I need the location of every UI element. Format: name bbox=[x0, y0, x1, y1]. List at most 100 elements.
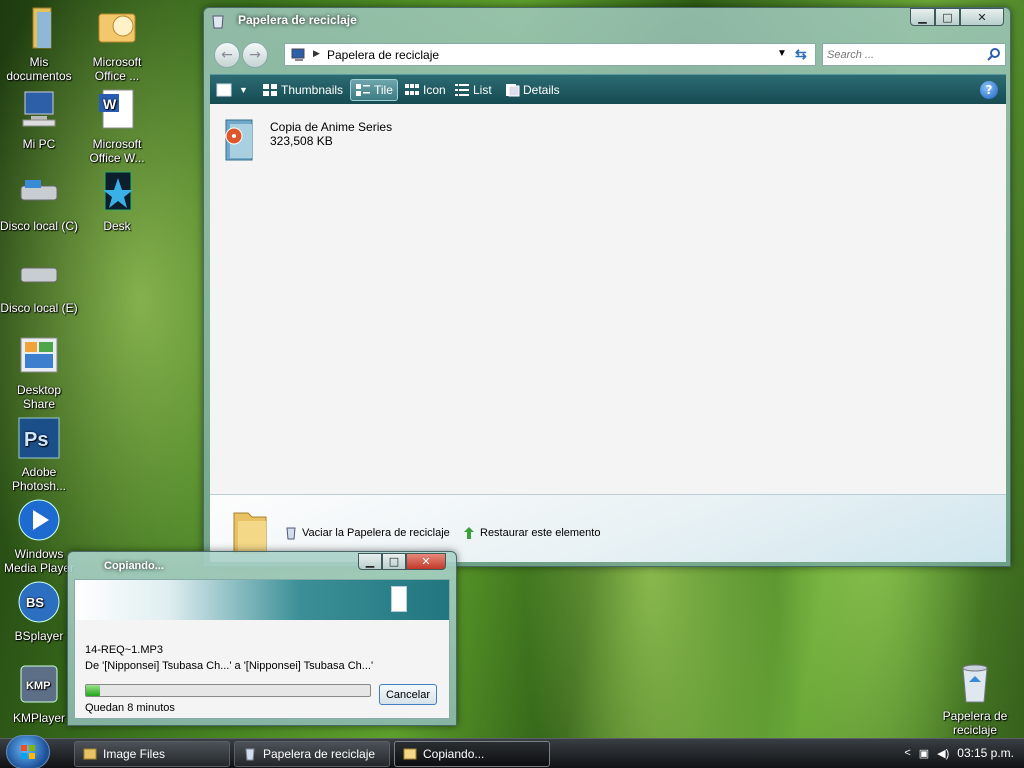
list-icon bbox=[455, 84, 469, 96]
svg-text:KMP: KMP bbox=[26, 680, 50, 692]
view-tile-button[interactable]: Tile bbox=[350, 79, 398, 101]
network-icon[interactable]: ▣ bbox=[919, 747, 929, 760]
desktop-icon-disco-c[interactable]: Disco local (C) bbox=[0, 170, 78, 233]
desktop-icon-label: Disco local (E) bbox=[0, 301, 78, 315]
view-thumbnails-label: Thumbnails bbox=[281, 83, 344, 97]
image-folder-icon bbox=[83, 748, 97, 760]
window-title: Papelera de reciclaje bbox=[238, 13, 357, 27]
minimize-button[interactable]: ▁ bbox=[910, 8, 935, 26]
copy-file-name: 14-REQ~1.MP3 bbox=[85, 644, 163, 656]
desktop-icon-label: Desktop Share bbox=[16, 383, 62, 411]
system-tray: < ▣ ◀) 03:15 p.m. bbox=[904, 746, 1014, 760]
search-input[interactable] bbox=[827, 45, 977, 65]
desktop-icon-label: Papelera de reciclaje bbox=[942, 709, 1008, 737]
recycle-bin-icon bbox=[212, 15, 224, 29]
refresh-icon[interactable]: ⇆ bbox=[795, 46, 807, 63]
desktop-icon-label: Adobe Photosh... bbox=[11, 465, 67, 493]
clock[interactable]: 03:15 p.m. bbox=[957, 746, 1014, 760]
copy-progress-fill bbox=[86, 685, 101, 696]
computer-icon bbox=[22, 91, 56, 127]
desktop-icon-recycle-bin[interactable]: Papelera de reciclaje bbox=[936, 660, 1014, 737]
recycle-bin-icon bbox=[245, 748, 255, 761]
document-icon bbox=[391, 586, 407, 612]
details-icon bbox=[506, 84, 520, 97]
empty-recycle-bin-button[interactable]: Vaciar la Papelera de reciclaje bbox=[284, 526, 450, 540]
desktop-icon-disco-e[interactable]: Disco local (E) bbox=[0, 252, 78, 315]
folder-icon bbox=[403, 748, 417, 760]
copy-progress-bar bbox=[85, 684, 371, 697]
back-button[interactable]: ← bbox=[214, 42, 240, 68]
start-button[interactable] bbox=[6, 735, 50, 768]
taskbar-item-image-files[interactable]: Image Files bbox=[74, 741, 230, 767]
view-list-label: List bbox=[473, 83, 492, 97]
file-list-pane[interactable]: Copia de Anime Series 323,508 KB bbox=[210, 104, 1006, 494]
chevron-down-icon[interactable]: ▼ bbox=[777, 48, 787, 59]
desktop-icon-mis-documentos[interactable]: Mis documentos bbox=[0, 6, 78, 83]
restore-item-label: Restaurar este elemento bbox=[480, 527, 601, 539]
close-button[interactable]: ✕ bbox=[406, 553, 446, 570]
window-titlebar[interactable]: Papelera de reciclaje ▁ □ ✕ bbox=[204, 8, 1010, 34]
desktop-icon-label: Desk bbox=[103, 219, 131, 233]
maximize-button[interactable]: □ bbox=[382, 553, 406, 570]
taskbar-item-recycle-bin[interactable]: Papelera de reciclaje bbox=[234, 741, 390, 767]
tile-icon bbox=[356, 84, 370, 96]
cancel-button[interactable]: Cancelar bbox=[379, 684, 437, 705]
minimize-button[interactable]: ▁ bbox=[358, 553, 382, 570]
desktop-icon-photoshop[interactable]: Ps Adobe Photosh... bbox=[0, 416, 78, 493]
desktop-icon-mi-pc[interactable]: Mi PC bbox=[0, 88, 78, 151]
copy-from-to: De '[Nipponsei] Tsubasa Ch...' a '[Nippo… bbox=[85, 660, 374, 672]
dialog-title: Copiando... bbox=[104, 560, 164, 572]
maximize-button[interactable]: □ bbox=[935, 8, 960, 26]
hard-drive-icon bbox=[20, 267, 58, 283]
forward-button[interactable]: → bbox=[242, 42, 268, 68]
desktop-icon-label: Mi PC bbox=[22, 137, 56, 151]
search-box[interactable] bbox=[822, 43, 1006, 66]
address-bar[interactable]: ▶ Papelera de reciclaje ▼ ⇆ bbox=[284, 43, 816, 66]
desktop-icon-label: Disco local (C) bbox=[0, 219, 79, 233]
view-tile-label: Tile bbox=[374, 83, 393, 97]
media-player-icon bbox=[18, 499, 60, 541]
copy-animation-banner bbox=[75, 580, 449, 620]
organize-menu-button[interactable]: ▼ bbox=[212, 79, 252, 101]
desktop-icon-label: Mis documentos bbox=[6, 55, 72, 83]
taskbar-item-label: Copiando... bbox=[423, 747, 485, 761]
taskbar: Image Files Papelera de reciclaje Copian… bbox=[0, 735, 1024, 768]
bsplayer-icon: BS bbox=[18, 581, 60, 623]
computer-icon bbox=[291, 48, 305, 61]
folder-icon bbox=[233, 512, 267, 554]
photoshop-icon: Ps bbox=[18, 417, 60, 459]
svg-text:Ps: Ps bbox=[24, 429, 48, 451]
desktop-icon-outlook[interactable]: Microsoft Office ... bbox=[78, 6, 156, 83]
view-icon-label: Icon bbox=[423, 83, 446, 97]
desktop-icon-desktop-share[interactable]: Desktop Share bbox=[0, 334, 78, 411]
time-remaining: Quedan 8 minutos bbox=[85, 702, 175, 714]
view-details-button[interactable]: Details bbox=[500, 79, 564, 101]
kmplayer-icon: KMP bbox=[20, 665, 58, 703]
outlook-icon bbox=[98, 13, 136, 43]
svg-text:W: W bbox=[103, 96, 117, 112]
view-icon-button[interactable]: Icon bbox=[400, 79, 450, 101]
folder-documents-icon bbox=[32, 7, 52, 49]
address-row: ← → ▶ Papelera de reciclaje ▼ ⇆ bbox=[210, 42, 1006, 68]
search-icon[interactable] bbox=[987, 47, 1001, 61]
restore-item-button[interactable]: Restaurar este elemento bbox=[462, 526, 600, 540]
desktop-icon-desk[interactable]: Desk bbox=[78, 170, 156, 233]
help-icon[interactable]: ? bbox=[980, 81, 998, 99]
chevron-left-icon[interactable]: < bbox=[904, 747, 910, 759]
desktop-icon-word[interactable]: W Microsoft Office W... bbox=[78, 88, 156, 165]
taskbar-item-label: Papelera de reciclaje bbox=[263, 747, 376, 761]
close-button[interactable]: ✕ bbox=[960, 8, 1004, 26]
view-details-label: Details bbox=[523, 83, 560, 97]
svg-text:BS: BS bbox=[26, 595, 44, 610]
desktop-icon-label: Microsoft Office ... bbox=[92, 55, 142, 83]
volume-icon[interactable]: ◀) bbox=[937, 747, 949, 760]
file-name: Copia de Anime Series bbox=[270, 120, 393, 134]
view-list-button[interactable]: List bbox=[450, 79, 496, 101]
taskbar-item-copying[interactable]: Copiando... bbox=[394, 741, 550, 767]
windows-logo-icon bbox=[21, 745, 35, 759]
view-thumbnails-button[interactable]: Thumbnails bbox=[258, 79, 347, 101]
chevron-down-icon: ▼ bbox=[239, 85, 248, 95]
restore-arrow-icon bbox=[464, 527, 474, 539]
file-tile[interactable]: Copia de Anime Series 323,508 KB bbox=[218, 114, 418, 164]
desk-star-icon bbox=[103, 171, 133, 211]
